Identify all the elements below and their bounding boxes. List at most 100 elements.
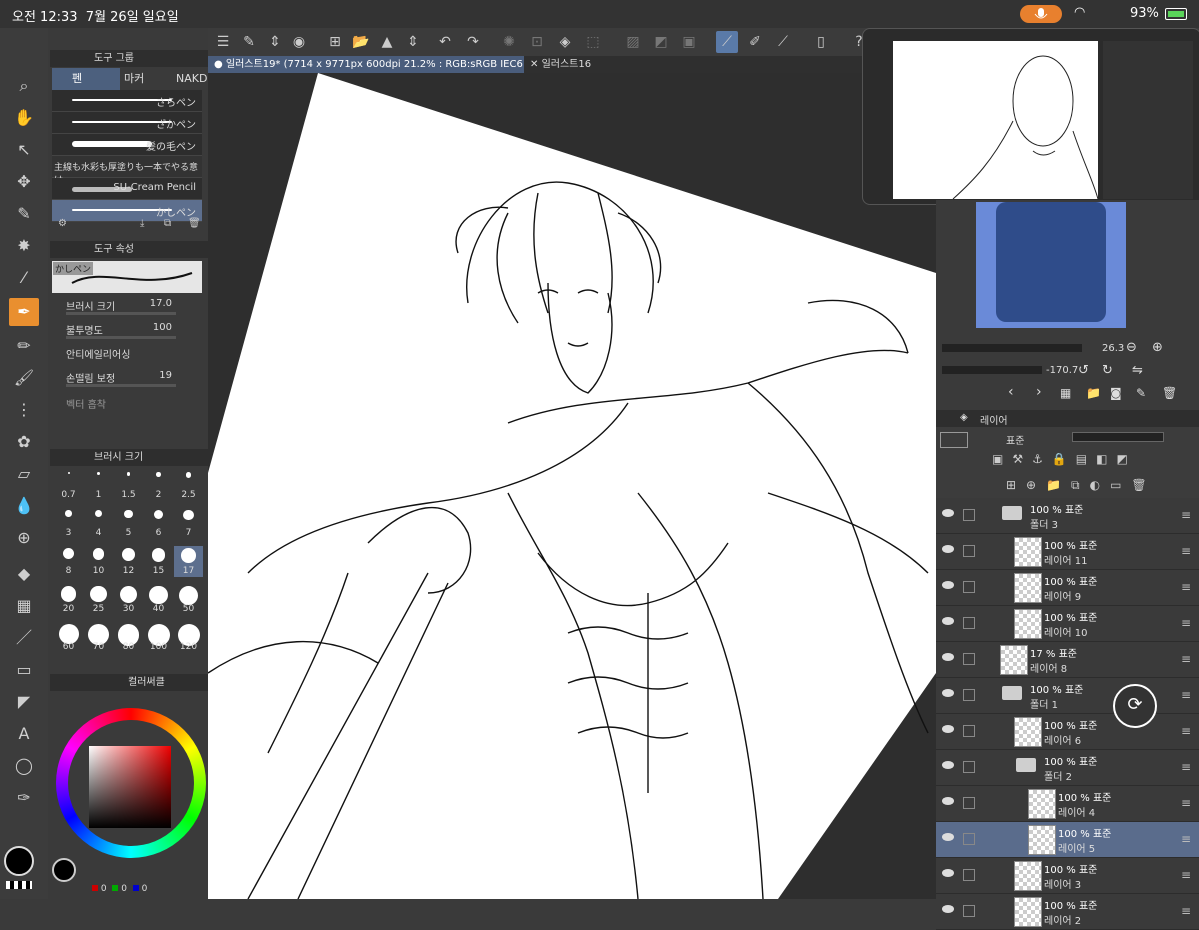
visibility-eye-icon[interactable] xyxy=(942,761,954,769)
brush-size-cell[interactable]: 4 xyxy=(84,508,113,539)
brush-size-cell[interactable]: 2.5 xyxy=(174,470,203,501)
text-tool-icon[interactable]: A xyxy=(9,720,39,748)
brush-size-cell[interactable]: 50 xyxy=(174,584,203,615)
layer-row[interactable]: 100 % 표준 레이어 5 ≡ xyxy=(936,822,1199,858)
brush-size-cell[interactable]: 30 xyxy=(114,584,143,615)
download-icon[interactable]: ⤓ xyxy=(140,218,144,229)
visibility-eye-icon[interactable] xyxy=(942,617,954,625)
ruler-tool-icon[interactable]: ◤ xyxy=(9,688,39,716)
line-icon[interactable]: ⟋ xyxy=(772,31,794,53)
layer-row[interactable]: 100 % 표준 레이어 6 ≡ xyxy=(936,714,1199,750)
visibility-eye-icon[interactable] xyxy=(942,653,954,661)
visibility-eye-icon[interactable] xyxy=(942,725,954,733)
frame-tool-icon[interactable]: ▭ xyxy=(9,656,39,684)
brush-size-cell[interactable]: 60 xyxy=(54,622,83,653)
layer-checkbox[interactable] xyxy=(963,869,975,881)
brush-size-cell[interactable]: 10 xyxy=(84,546,113,577)
layer-menu-icon[interactable]: ≡ xyxy=(1181,508,1191,522)
prev-icon[interactable]: ‹ xyxy=(1008,384,1014,400)
vector-snap-prop[interactable]: 벡터 흡착 xyxy=(52,394,202,416)
tab-illustration16[interactable]: ✕ 일러스트16 xyxy=(524,56,597,73)
visibility-eye-icon[interactable] xyxy=(942,797,954,805)
brush-item[interactable]: SU-Cream Pencil xyxy=(52,178,202,200)
brush-size-cell[interactable]: 12 xyxy=(114,546,143,577)
brush-size-cell[interactable]: 6 xyxy=(144,508,173,539)
reference-image[interactable] xyxy=(976,202,1126,328)
zoom-slider[interactable] xyxy=(942,344,1082,352)
folder-icon[interactable]: 📁 xyxy=(1086,386,1101,400)
new-file-icon[interactable]: ⊞ xyxy=(324,31,346,53)
layer-row[interactable]: 100 % 표준 레이어 3 ≡ xyxy=(936,858,1199,894)
brush-item[interactable]: 主線も水彩も厚塗りも一本でやる意け xyxy=(52,156,202,186)
menu-icon[interactable]: ☰ xyxy=(212,31,234,53)
hand-tool-icon[interactable]: ✋ xyxy=(9,104,39,132)
correction-tool-icon[interactable]: ✑ xyxy=(9,784,39,812)
brush-size-cell[interactable]: 120 xyxy=(174,622,203,653)
zoom-tool-icon[interactable]: ⌕ xyxy=(9,72,39,100)
snap-ruler-icon[interactable]: ⟋ xyxy=(716,31,738,53)
brush-tool-icon[interactable]: 🖌 xyxy=(9,364,39,392)
brush-size-cell[interactable]: 3 xyxy=(54,508,83,539)
chevron-updown-icon[interactable]: ⇕ xyxy=(402,31,424,53)
layer-checkbox[interactable] xyxy=(963,761,975,773)
brush-item[interactable]: ざかペン xyxy=(52,112,202,134)
brush-sketch-icon[interactable]: ✐ xyxy=(744,31,766,53)
layer-checkbox[interactable] xyxy=(963,797,975,809)
brush-size-cell[interactable]: 25 xyxy=(84,584,113,615)
brush-size-prop[interactable]: 브러시 크기 17.0 xyxy=(52,296,202,318)
layer-checkbox[interactable] xyxy=(963,545,975,557)
layer-color-select[interactable] xyxy=(940,432,968,448)
layer-menu-icon[interactable]: ≡ xyxy=(1181,868,1191,882)
line-tool-icon[interactable]: ／ xyxy=(9,624,39,652)
zoom-in-icon[interactable]: ⊕ xyxy=(1152,340,1163,355)
brush-size-cell[interactable]: 0.7 xyxy=(54,470,83,501)
next-icon[interactable]: › xyxy=(1036,384,1042,400)
layer-action-icons[interactable]: ⊞⊕📁⧉◐▭🗑 xyxy=(1006,478,1196,496)
eyedropper-icon[interactable]: ⁄ xyxy=(9,264,39,292)
layer-checkbox[interactable] xyxy=(963,689,975,701)
brush-size-cell[interactable]: 80 xyxy=(114,622,143,653)
airbrush-tool-icon[interactable]: ⋮ xyxy=(9,396,39,424)
layer-row[interactable]: 100 % 표준 레이어 9 ≡ xyxy=(936,570,1199,606)
layer-menu-icon[interactable]: ≡ xyxy=(1181,832,1191,846)
layer-folder-row[interactable]: 100 % 표준 폴더 1 ≡ xyxy=(936,678,1199,714)
layer-menu-icon[interactable]: ≡ xyxy=(1181,796,1191,810)
navigator-preview[interactable] xyxy=(893,41,1099,200)
edit-ref-icon[interactable]: ✎ xyxy=(1136,386,1146,400)
layer-checkbox[interactable] xyxy=(963,653,975,665)
visibility-eye-icon[interactable] xyxy=(942,905,954,913)
current-color-swatch[interactable] xyxy=(52,858,76,882)
brush-item[interactable]: さらペン xyxy=(52,90,202,112)
blend-tool-icon[interactable]: 💧 xyxy=(9,492,39,520)
pencil-tool-icon[interactable]: ✏ xyxy=(9,332,39,360)
record-icon[interactable]: ◉ xyxy=(288,31,310,53)
layer-menu-icon[interactable]: ≡ xyxy=(1181,544,1191,558)
layer-menu-icon[interactable]: ≡ xyxy=(1181,616,1191,630)
brush-size-cell[interactable]: 17 xyxy=(174,546,203,577)
layer-row[interactable]: 17 % 표준 레이어 8 ≡ xyxy=(936,642,1199,678)
brush-size-cell[interactable]: 1.5 xyxy=(114,470,143,501)
layer-menu-icon[interactable]: ≡ xyxy=(1181,760,1191,774)
brush-size-cell[interactable]: 5 xyxy=(114,508,143,539)
expand-icon[interactable]: ⇕ xyxy=(264,31,286,53)
layer-row[interactable]: 100 % 표준 레이어 4 ≡ xyxy=(936,786,1199,822)
brush-size-cell[interactable]: 100 xyxy=(144,622,173,653)
trash-icon[interactable]: 🗑 xyxy=(188,218,201,229)
edit-icon[interactable]: ✎ xyxy=(238,31,260,53)
layer-folder-row[interactable]: 100 % 표준 폴더 2 ≡ xyxy=(936,750,1199,786)
brush-size-cell[interactable]: 70 xyxy=(84,622,113,653)
zoom-out-icon[interactable]: ⊖ xyxy=(1126,340,1137,355)
layer-row[interactable]: 100 % 표준 레이어 11 ≡ xyxy=(936,534,1199,570)
blend-mode-select[interactable]: 표준 xyxy=(1006,432,1024,447)
copy-icon[interactable]: ⧉ xyxy=(164,218,171,229)
layer-menu-icon[interactable]: ≡ xyxy=(1181,688,1191,702)
figure-tool-icon[interactable]: ⊕ xyxy=(9,524,39,552)
color-wheel[interactable] xyxy=(56,708,206,858)
save-icon[interactable]: ▲ xyxy=(376,31,398,53)
layer-checkbox[interactable] xyxy=(963,833,975,845)
reference-image-panel[interactable] xyxy=(936,200,1199,332)
brush-size-cell[interactable]: 20 xyxy=(54,584,83,615)
camera-icon[interactable]: ◙ xyxy=(1110,386,1122,400)
opacity-prop[interactable]: 불투명도 100 xyxy=(52,320,202,342)
fill-tool-icon[interactable]: ◆ xyxy=(9,560,39,588)
